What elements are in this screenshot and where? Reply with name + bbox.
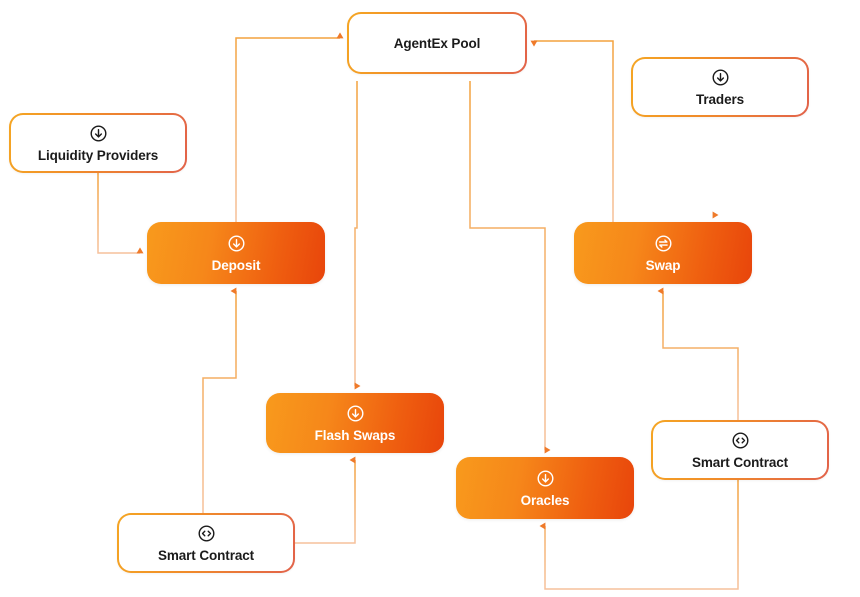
edge-agentex-pool-to-flash-swaps: [354, 81, 361, 390]
edge-smart-contract-right-to-swap: [657, 287, 739, 420]
node-deposit[interactable]: Deposit: [147, 222, 325, 284]
node-flash-swaps[interactable]: Flash Swaps: [266, 393, 444, 453]
edge-smart-contract-left-to-deposit: [202, 287, 237, 513]
swap-circle-icon: [654, 234, 673, 253]
arrow-down-circle-icon: [711, 68, 730, 87]
node-swap[interactable]: Swap: [574, 222, 752, 284]
arrow-down-circle-icon: [536, 469, 555, 488]
node-label: AgentEx Pool: [393, 35, 481, 51]
node-label: Liquidity Providers: [37, 147, 159, 163]
arrow-down-circle-icon: [89, 124, 108, 143]
edge-deposit-to-agentex-pool: [235, 32, 344, 222]
node-label: Traders: [695, 91, 745, 107]
node-label: Smart Contract: [691, 454, 789, 470]
node-label: Swap: [645, 257, 681, 273]
arrow-down-circle-icon: [227, 234, 246, 253]
node-smart-contract-left[interactable]: Smart Contract: [117, 513, 295, 573]
node-label: Flash Swaps: [314, 427, 396, 443]
edge-smart-contract-left-to-flash-swaps: [295, 456, 356, 544]
edge-liquidity-providers-to-deposit: [97, 173, 144, 254]
code-circle-icon: [731, 431, 750, 450]
node-smart-contract-right[interactable]: Smart Contract: [651, 420, 829, 480]
node-traders[interactable]: Traders: [631, 57, 809, 117]
edge-agentex-pool-to-oracles: [469, 81, 551, 454]
node-liquidity-providers[interactable]: Liquidity Providers: [9, 113, 187, 173]
node-agentex-pool[interactable]: AgentEx Pool: [347, 12, 527, 74]
diagram-canvas: AgentEx Pool Traders Liquidity Providers De…: [0, 0, 860, 597]
node-label: Smart Contract: [157, 547, 255, 563]
code-circle-icon: [197, 524, 216, 543]
node-label: Oracles: [520, 492, 570, 508]
arrow-down-circle-icon: [346, 404, 365, 423]
node-oracles[interactable]: Oracles: [456, 457, 634, 519]
edge-swap-to-agentex-pool: [530, 40, 614, 222]
node-label: Deposit: [211, 257, 261, 273]
